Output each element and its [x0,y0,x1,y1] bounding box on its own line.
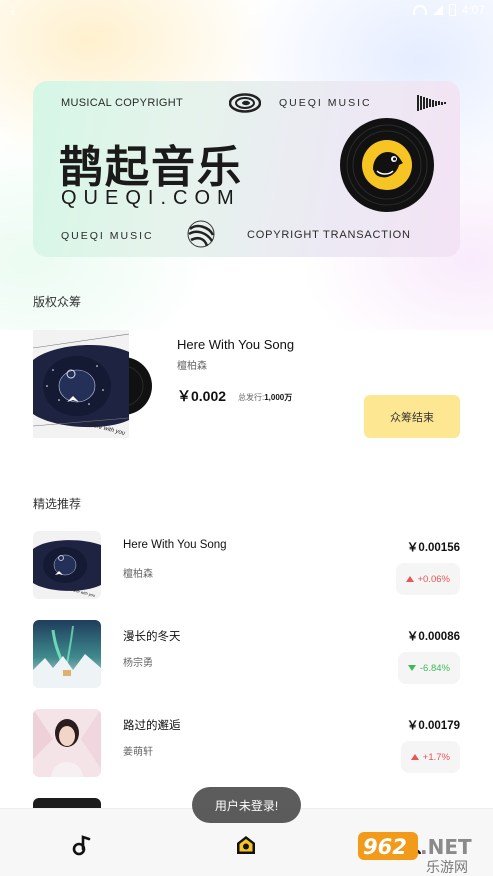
status-bar: ⤓ 4:07 [0,0,493,22]
music-note-icon[interactable] [70,833,94,857]
album-thumbnail: Here with you [33,531,101,599]
artist-name: 杨宗勇 [123,658,153,669]
price-change-value: +0.06% [417,573,451,585]
album-thumbnail [33,798,101,808]
svg-text:962: 962 [363,835,407,859]
song-title: 路过的邂逅 [123,720,181,732]
trend-down-icon [407,665,416,671]
song-title: Here With You Song [123,539,227,551]
price-change-value: +1.7% [422,751,450,763]
battery-icon [448,4,456,16]
trend-up-icon [405,576,414,582]
price-change-value: -6.84% [419,662,450,674]
section-title-crowdfunding: 版权众筹 [33,295,82,309]
banner-tagline-top-mid: QUEQI MUSIC [279,97,372,109]
crowdfunding-artist: 檀柏森 [177,361,207,372]
home-icon[interactable] [234,833,258,857]
soundwave-icon [417,95,446,111]
total-issue-value: 1,000万 [264,393,293,402]
price-change-badge: +0.06% [395,563,460,595]
song-price: ￥0.00179 [406,720,460,732]
album-thumbnail [33,709,101,777]
crowdfunding-total-issue: 总发行:1,000万 [238,392,292,403]
swirl-logo-icon [229,93,261,113]
svg-text:乐游网: 乐游网 [426,860,468,874]
crowdfunding-song-title: Here With You Song [177,337,295,352]
price-change-badge: +1.7% [400,741,460,773]
crowdfunding-album-cover[interactable]: Here with you [33,330,153,438]
brand-name-en: QUEQI.COM [61,187,241,209]
trend-up-icon [410,754,419,760]
list-item[interactable]: Here with you Here With You Song 檀柏森 ￥0.… [0,531,493,601]
vinyl-record-logo-icon [340,118,434,212]
signal-icon [432,5,443,15]
crowdfunding-ended-button[interactable]: 众筹结束 [364,395,460,438]
site-watermark-logo: 962 .NET 乐游网 [358,832,472,874]
album-thumbnail [33,620,101,688]
artist-name: 姜萌轩 [123,747,153,758]
wifi-icon [412,5,427,15]
total-issue-label: 总发行: [238,393,265,402]
status-time: 4:07 [461,3,485,17]
section-title-featured: 精选推荐 [33,497,82,511]
promo-banner[interactable]: MUSICAL COPYRIGHT QUEQI MUSIC 鹊起音乐 QUEQI… [33,81,460,257]
banner-tagline-top-left: MUSICAL COPYRIGHT [61,97,184,109]
download-icon: ⤓ [10,3,16,17]
artist-name: 檀柏森 [123,569,153,580]
list-item[interactable]: 路过的邂逅 姜萌轩 ￥0.00179 +1.7% [0,709,493,779]
price-change-badge: -6.84% [397,652,460,684]
crowdfunding-price: ￥0.002 [177,388,227,404]
song-price: ￥0.00086 [406,631,460,643]
banner-tagline-bottom-right: COPYRIGHT TRANSACTION [247,229,411,241]
list-item[interactable]: 漫长的冬天 杨宗勇 ￥0.00086 -6.84% [0,620,493,690]
toast-message: 用户未登录! [192,787,301,823]
song-title: 漫长的冬天 [123,631,181,643]
banner-tagline-bottom-left: QUEQI MUSIC [61,230,154,242]
song-price: ￥0.00156 [406,542,460,554]
brand-name-cn: 鹊起音乐 [59,142,243,193]
swirl-circle-icon [187,220,215,248]
svg-text:.NET: .NET [420,835,472,859]
